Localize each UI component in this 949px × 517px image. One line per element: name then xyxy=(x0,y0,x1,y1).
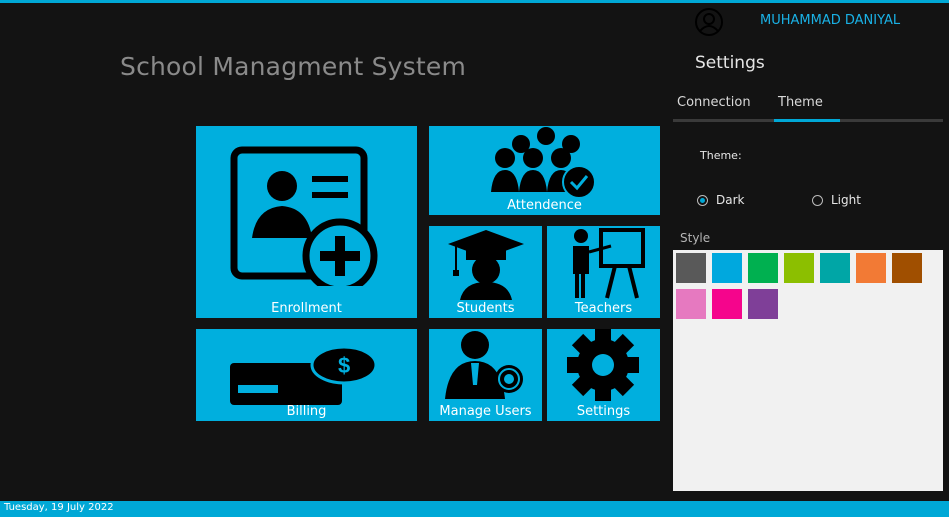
teachers-tile[interactable]: Teachers xyxy=(547,226,660,318)
enrollment-icon xyxy=(230,146,378,286)
settings-tile[interactable]: Settings xyxy=(547,329,660,421)
teacher-board-icon xyxy=(573,228,645,299)
enrollment-tile[interactable]: Enrollment xyxy=(196,126,417,318)
style-swatch[interactable] xyxy=(892,253,922,283)
students-tile[interactable]: Students xyxy=(429,226,542,318)
teachers-label: Teachers xyxy=(574,301,633,316)
theme-dark-label: Dark xyxy=(716,193,745,207)
manage-users-tile[interactable]: Manage Users xyxy=(429,329,542,421)
style-label: Style xyxy=(680,231,711,245)
attendence-label: Attendence xyxy=(507,198,582,213)
settings-panel-title: Settings xyxy=(695,53,765,73)
graduation-cap-icon xyxy=(448,230,524,300)
style-swatch[interactable] xyxy=(676,253,706,283)
students-label: Students xyxy=(456,301,515,316)
billing-tile[interactable]: $ Billing xyxy=(196,329,417,421)
billing-icon: $ xyxy=(230,345,378,405)
svg-text:$: $ xyxy=(338,353,350,378)
attendence-tile[interactable]: Attendence xyxy=(429,126,660,215)
radio-checked-icon xyxy=(697,194,708,206)
radio-unchecked-icon xyxy=(812,194,823,206)
gear-icon xyxy=(567,329,639,401)
tab-active-indicator xyxy=(774,119,840,122)
style-swatch[interactable] xyxy=(820,253,850,283)
style-swatch-panel xyxy=(673,250,943,491)
attendence-icon xyxy=(491,127,596,199)
app-title: School Managment System xyxy=(120,52,467,81)
tab-theme[interactable]: Theme xyxy=(778,95,823,110)
enrollment-label: Enrollment xyxy=(271,301,342,316)
status-bar: Tuesday, 19 July 2022 xyxy=(0,501,949,517)
settings-label: Settings xyxy=(576,404,631,419)
user-gear-icon xyxy=(445,331,523,399)
style-swatch[interactable] xyxy=(784,253,814,283)
user-circle-icon[interactable] xyxy=(694,7,724,37)
manage-users-label: Manage Users xyxy=(439,404,532,419)
style-swatch[interactable] xyxy=(856,253,886,283)
theme-dark-radio[interactable]: Dark xyxy=(697,193,744,207)
tab-connection[interactable]: Connection xyxy=(677,95,751,110)
style-swatch[interactable] xyxy=(748,253,778,283)
style-swatch[interactable] xyxy=(748,289,778,319)
theme-label: Theme: xyxy=(700,149,742,162)
top-accent-bar xyxy=(0,0,949,3)
user-name[interactable]: MUHAMMAD DANIYAL xyxy=(760,13,900,28)
style-swatch[interactable] xyxy=(676,289,706,319)
style-swatch[interactable] xyxy=(712,289,742,319)
theme-light-radio[interactable]: Light xyxy=(812,193,861,207)
style-swatch[interactable] xyxy=(712,253,742,283)
theme-light-label: Light xyxy=(831,193,861,207)
billing-label: Billing xyxy=(286,404,327,419)
status-date: Tuesday, 19 July 2022 xyxy=(4,502,114,513)
